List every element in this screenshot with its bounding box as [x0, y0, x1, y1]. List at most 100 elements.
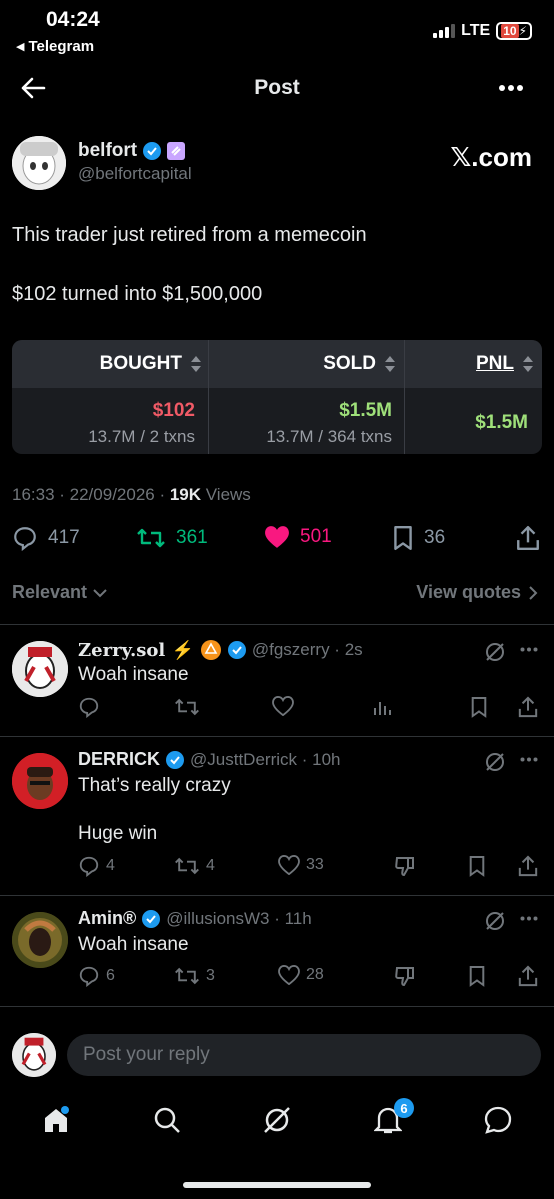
view-quotes-link[interactable]: View quotes: [416, 582, 538, 603]
reply-actions: 4 4 33: [78, 855, 538, 879]
reply-reply-count: 4: [106, 857, 115, 874]
reply-avatar[interactable]: [12, 753, 68, 809]
reply-author-name[interactable]: Zerry.sol ⚡: [78, 640, 194, 661]
tab-notifications[interactable]: 6: [358, 1090, 418, 1150]
sort-dropdown[interactable]: Relevant: [12, 582, 107, 603]
author-name[interactable]: belfort: [78, 140, 137, 162]
author-handle[interactable]: @belfortcapital: [78, 164, 192, 184]
reply-handle-time[interactable]: @illusionsW3 · 11h: [166, 909, 311, 929]
reply-bookmark-button[interactable]: [470, 696, 488, 718]
reply-downvote-button[interactable]: [394, 965, 416, 987]
reply-reply-button[interactable]: 4: [78, 855, 115, 877]
reply-button[interactable]: 417: [12, 525, 80, 551]
reply-more-icon[interactable]: [520, 916, 538, 921]
pnl-card-image[interactable]: BOUGHT SOLD PNL $102 13.7M / 2 txns $1.5…: [12, 340, 542, 454]
analytics-icon: [374, 702, 391, 715]
more-options-icon[interactable]: [498, 84, 524, 92]
reply-input[interactable]: Post your reply: [67, 1034, 541, 1076]
reply-downvote-button[interactable]: [394, 855, 416, 877]
like-count: 501: [300, 526, 332, 547]
reply-repost-button[interactable]: 3: [174, 965, 215, 987]
battery-icon: 10 ⚡: [496, 22, 532, 40]
reply-item[interactable]: Zerry.sol ⚡ @fgszerry · 2s Woah insane: [0, 625, 554, 736]
tab-search[interactable]: [137, 1090, 197, 1150]
bookmark-count: 36: [424, 527, 446, 548]
sold-label: SOLD: [323, 353, 376, 374]
post-meta: 16:33 · 22/09/2026 · 19K Views: [12, 485, 251, 505]
heart-filled-icon: [265, 526, 289, 548]
sort-icon: [523, 356, 533, 372]
reply-more-icon[interactable]: [520, 647, 538, 652]
reply-item[interactable]: DERRICK @JusttDerrick · 10h That’s reall…: [0, 737, 554, 895]
reply-share-button[interactable]: [518, 965, 538, 987]
reply-count: 417: [48, 527, 80, 548]
reply-avatar[interactable]: [12, 641, 68, 697]
reply-like-count: 28: [306, 966, 324, 983]
like-button[interactable]: 501: [264, 525, 332, 549]
grok-icon: [264, 1107, 290, 1133]
reply-author-name[interactable]: DERRICK: [78, 749, 160, 770]
thumbs-down-icon: [395, 967, 414, 987]
tab-messages[interactable]: [468, 1090, 528, 1150]
reply-handle-time[interactable]: @JusttDerrick · 10h: [190, 750, 340, 770]
reply-author-name[interactable]: Amin®: [78, 908, 136, 929]
home-icon: [45, 1106, 69, 1132]
grok-icon[interactable]: [484, 641, 506, 663]
tab-home[interactable]: [26, 1090, 86, 1150]
reply-reply-button[interactable]: [78, 696, 100, 718]
reply-actions: [78, 696, 538, 720]
reply-share-button[interactable]: [518, 696, 538, 718]
share-button[interactable]: [516, 525, 540, 551]
reply-item[interactable]: Amin® @illusionsW3 · 11h Woah insane 6 3…: [0, 896, 554, 1006]
reply-reply-count: 6: [106, 967, 115, 984]
pnl-header: PNL: [404, 340, 538, 388]
author-avatar[interactable]: [12, 136, 66, 190]
view-quotes-label: View quotes: [416, 582, 521, 602]
reply-repost-button[interactable]: 4: [174, 855, 215, 877]
thumbs-down-icon: [395, 857, 414, 877]
reply-bookmark-button[interactable]: [468, 855, 486, 877]
source-label: 𝕏.com: [450, 142, 532, 172]
verified-badge-icon: [166, 750, 185, 769]
repost-button[interactable]: 361: [136, 525, 208, 551]
divider: [0, 1006, 554, 1007]
grok-icon[interactable]: [484, 751, 506, 773]
bookmark-icon: [469, 966, 485, 987]
reply-like-button[interactable]: 33: [278, 855, 324, 875]
reply-analytics-button[interactable]: [372, 696, 392, 716]
reply-reply-button[interactable]: 6: [78, 965, 115, 987]
reply-text: Woah insane: [78, 664, 189, 685]
reply-like-button[interactable]: [272, 696, 294, 716]
status-indicators: LTE 10 ⚡: [433, 22, 532, 40]
reply-actions: 6 3 28: [78, 965, 538, 989]
reply-header: Amin® @illusionsW3 · 11h: [78, 908, 312, 929]
post-actions: 417 361 501 36: [12, 525, 542, 555]
sort-label: Relevant: [12, 582, 88, 602]
author-name-row[interactable]: belfort: [78, 140, 186, 162]
bookmark-icon: [394, 525, 412, 551]
reply-repost-count: 3: [206, 967, 215, 984]
bookmark-icon: [471, 697, 487, 718]
post-text-line1: This trader just retired from a memecoin: [12, 224, 367, 246]
reply-bookmark-button[interactable]: [468, 965, 486, 987]
verified-badge-icon: [143, 142, 162, 160]
bought-value: $102: [152, 400, 195, 421]
bookmark-button[interactable]: 36: [392, 525, 445, 551]
verified-badge-icon: [142, 909, 161, 928]
notification-badge: 6: [394, 1098, 414, 1118]
signal-icon: [433, 24, 456, 38]
share-icon: [517, 525, 539, 551]
back-to-app-link[interactable]: ◀ Telegram: [16, 38, 94, 55]
grok-icon[interactable]: [484, 910, 506, 932]
heart-icon: [278, 855, 300, 875]
reply-avatar[interactable]: [12, 912, 68, 968]
reply-icon: [14, 527, 36, 551]
reply-repost-button[interactable]: [174, 696, 200, 718]
tab-grok[interactable]: [247, 1090, 307, 1150]
reply-more-icon[interactable]: [520, 757, 538, 762]
reply-like-button[interactable]: 28: [278, 965, 324, 985]
reply-handle-time[interactable]: @fgszerry · 2s: [252, 640, 363, 660]
reply-share-button[interactable]: [518, 855, 538, 877]
my-avatar[interactable]: [12, 1033, 56, 1077]
verified-badge-icon: [227, 641, 246, 659]
